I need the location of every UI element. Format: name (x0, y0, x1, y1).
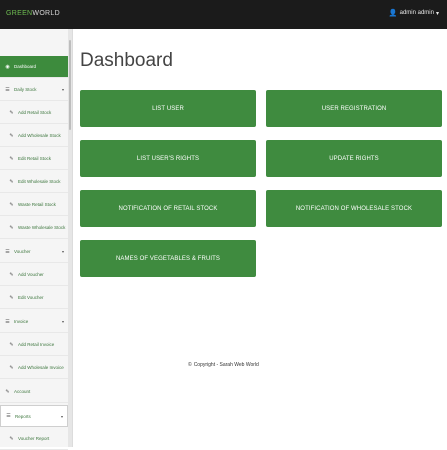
brand-logo[interactable]: GREENWORLD (6, 10, 60, 17)
list-icon: ☰ (5, 86, 10, 93)
pencil-icon: ✎ (9, 435, 14, 442)
user-menu[interactable]: 👤 admin admin ▾ (389, 9, 439, 17)
sidebar-scrollbar-thumb[interactable] (69, 40, 71, 130)
list-user-button[interactable]: List User (80, 90, 256, 127)
sidebar-item-label: Waste Wholesale Stock (18, 225, 66, 230)
caret-down-icon: ▾ (60, 413, 63, 419)
dashboard-icon: ◉ (5, 63, 10, 70)
pencil-icon: ✎ (9, 178, 14, 185)
footer-copyright: © Copyright - Sarah Web World (188, 362, 259, 368)
sidebar-item-label: Add Voucher (18, 272, 44, 277)
sidebar-item-invoice[interactable]: ☰ Invoice ▾ (0, 311, 68, 333)
pencil-icon: ✎ (9, 201, 14, 208)
sidebar-item-voucher[interactable]: ☰ Voucher ▾ (0, 241, 68, 263)
page-title: Dashboard (80, 50, 173, 71)
sidebar-item-label: Edit Retail Stock (18, 156, 52, 161)
sidebar-item-edit-retail-stock[interactable]: ✎ Edit Retail Stock (0, 148, 68, 170)
caret-down-icon: ▾ (435, 10, 439, 17)
list-icon: ☰ (5, 248, 10, 255)
sidebar-item-add-wholesale-invoice[interactable]: ✎ Add Wholesale Invoice (0, 357, 68, 379)
copyright-icon: © (188, 362, 192, 368)
sidebar-item-label: Waste Retail Stock (18, 202, 56, 207)
sidebar-item-label: Invoice (14, 319, 29, 324)
sidebar-item-daily-stock[interactable]: ☰ Daily Stock ▾ (0, 79, 68, 101)
notification-wholesale-stock-button[interactable]: Notification of Wholesale Stock (266, 190, 442, 227)
pencil-icon: ✎ (9, 364, 14, 371)
sidebar-item-label: Account (14, 389, 31, 394)
sidebar-item-label: Add Retail Invoice (18, 342, 55, 347)
sidebar-item-label: Voucher (14, 249, 31, 254)
sidebar: ◉ Dashboard ☰ Daily Stock ▾ ✎ Add Retail Sto… (0, 29, 73, 450)
list-icon: ☰ (5, 318, 10, 325)
caret-down-icon: ▾ (61, 249, 64, 254)
pencil-icon: ✎ (9, 155, 14, 162)
pencil-icon: ✎ (9, 109, 14, 116)
sidebar-item-label: Reports (15, 413, 31, 419)
sidebar-item-add-retail-stock[interactable]: ✎ Add Retail Stock (0, 102, 68, 124)
sidebar-item-label: Daily Stock (14, 87, 37, 92)
brand-part-2: WORLD (32, 10, 60, 17)
sidebar-item-edit-wholesale-stock[interactable]: ✎ Edit Wholesale Stock (0, 171, 68, 193)
pencil-icon: ✎ (9, 224, 14, 231)
sidebar-item-label: Add Wholesale Stock (18, 133, 61, 138)
user-icon: 👤 (388, 10, 398, 17)
update-rights-button[interactable]: Update Rights (266, 140, 442, 177)
pencil-icon: ✎ (9, 271, 14, 278)
pencil-icon: ✎ (9, 341, 14, 348)
sidebar-item-label: Voucher Report (18, 436, 50, 441)
sidebar-item-dashboard[interactable]: ◉ Dashboard (0, 56, 68, 78)
notification-retail-stock-button[interactable]: Notification of Retail Stock (80, 190, 256, 227)
sidebar-item-label: Add Retail Stock (18, 110, 52, 115)
sidebar-item-add-retail-invoice[interactable]: ✎ Add Retail Invoice (0, 334, 68, 356)
user-registration-button[interactable]: User Registration (266, 90, 442, 127)
top-navbar: GREENWORLD 👤 admin admin ▾ (0, 0, 447, 29)
user-name: admin admin (399, 10, 434, 16)
list-icon: ☰ (6, 413, 11, 419)
sidebar-item-account[interactable]: ✎ Account (0, 381, 68, 403)
sidebar-item-waste-retail-stock[interactable]: ✎ Waste Retail Stock (0, 194, 68, 216)
sidebar-item-label: Add Wholesale Invoice (18, 365, 64, 370)
pencil-icon: ✎ (5, 388, 10, 395)
sidebar-item-label: Edit Voucher (18, 295, 44, 300)
sidebar-item-waste-wholesale-stock[interactable]: ✎ Waste Wholesale Stock (0, 217, 68, 239)
names-vegetables-fruits-button[interactable]: Names of Vegetables & Fruits (80, 240, 256, 277)
sidebar-item-label: Dashboard (14, 64, 37, 69)
sidebar-item-reports[interactable]: ☰ Reports ▾ (0, 405, 68, 427)
pencil-icon: ✎ (9, 294, 14, 301)
brand-part-1: GREEN (6, 10, 33, 17)
caret-down-icon: ▾ (61, 87, 64, 92)
copyright-text: Copyright - Sarah Web World (193, 362, 259, 368)
caret-down-icon: ▾ (61, 319, 64, 324)
sidebar-item-label: Edit Wholesale Stock (18, 179, 61, 184)
sidebar-item-edit-voucher[interactable]: ✎ Edit Voucher (0, 287, 68, 309)
pencil-icon: ✎ (9, 132, 14, 139)
sidebar-item-add-wholesale-stock[interactable]: ✎ Add Wholesale Stock (0, 125, 68, 147)
list-user-rights-button[interactable]: List User's Rights (80, 140, 256, 177)
sidebar-item-add-voucher[interactable]: ✎ Add Voucher (0, 264, 68, 286)
